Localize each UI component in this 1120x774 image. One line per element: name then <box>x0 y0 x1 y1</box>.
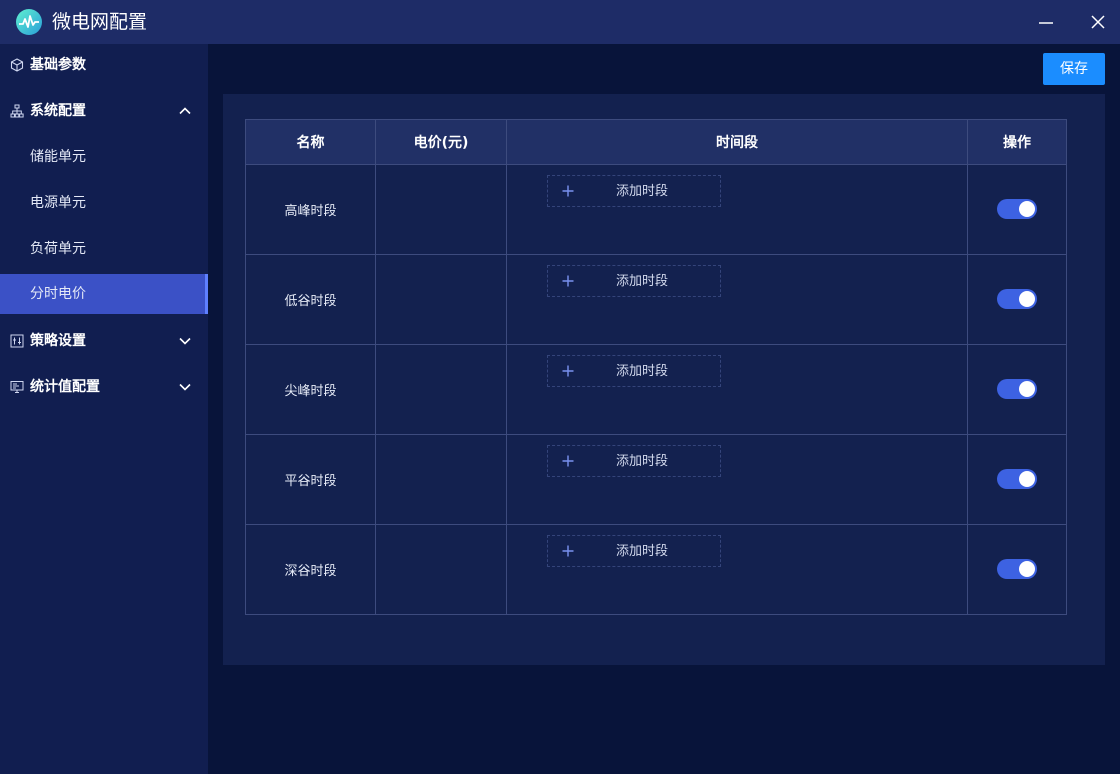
enable-toggle[interactable] <box>997 559 1037 579</box>
add-period-label: 添加时段 <box>616 184 669 199</box>
row-period-cell: 添加时段 <box>507 165 968 254</box>
sidebar: 基础参数 系统配置 储能单元 电源单元 负荷单元 分时电价 策略设置 统计值配置 <box>0 44 208 774</box>
enable-toggle[interactable] <box>997 199 1037 219</box>
toggle-knob <box>1019 291 1035 307</box>
toggle-knob <box>1019 201 1035 217</box>
close-button[interactable] <box>1084 8 1112 36</box>
sidebar-item-label: 分时电价 <box>30 286 86 302</box>
add-period-label: 添加时段 <box>616 364 669 379</box>
sidebar-item-power-unit[interactable]: 电源单元 <box>0 183 208 223</box>
row-price[interactable] <box>376 525 507 614</box>
title-bar: 微电网配置 <box>0 0 1120 44</box>
monitor-icon <box>10 381 24 393</box>
sidebar-item-basic-params[interactable]: 基础参数 <box>0 45 208 85</box>
column-header-price: 电价(元) <box>376 120 507 165</box>
table-row: 低谷时段 添加时段 <box>246 255 1066 345</box>
save-button[interactable]: 保存 <box>1043 53 1105 85</box>
row-period-cell: 添加时段 <box>507 345 968 434</box>
column-header-period: 时间段 <box>507 120 968 165</box>
sidebar-item-label: 电源单元 <box>30 195 86 211</box>
plus-icon <box>562 275 574 287</box>
minimize-button[interactable] <box>1032 8 1060 36</box>
row-name: 低谷时段 <box>246 255 376 344</box>
row-name: 高峰时段 <box>246 165 376 254</box>
row-name: 尖峰时段 <box>246 345 376 434</box>
cube-icon <box>10 58 24 72</box>
add-period-button[interactable]: 添加时段 <box>547 265 721 297</box>
add-period-button[interactable]: 添加时段 <box>547 175 721 207</box>
row-period-cell: 添加时段 <box>507 435 968 524</box>
column-header-operation: 操作 <box>968 120 1066 165</box>
add-period-button[interactable]: 添加时段 <box>547 355 721 387</box>
row-price[interactable] <box>376 345 507 434</box>
row-operation-cell <box>968 345 1066 434</box>
enable-toggle[interactable] <box>997 469 1037 489</box>
row-price[interactable] <box>376 165 507 254</box>
add-period-label: 添加时段 <box>616 544 669 559</box>
table-row: 尖峰时段 添加时段 <box>246 345 1066 435</box>
sidebar-item-label: 储能单元 <box>30 149 86 165</box>
close-icon <box>1091 15 1105 29</box>
sidebar-item-label: 系统配置 <box>30 103 86 119</box>
strategy-icon <box>10 334 24 348</box>
tou-pricing-table: 名称 电价(元) 时间段 操作 高峰时段 添加时段 低谷时段 添加时段 尖峰时段… <box>245 119 1067 615</box>
column-header-name: 名称 <box>246 120 376 165</box>
row-name: 平谷时段 <box>246 435 376 524</box>
chevron-up-icon <box>179 107 191 115</box>
chevron-down-icon <box>179 383 191 391</box>
enable-toggle[interactable] <box>997 379 1037 399</box>
sidebar-item-system-config[interactable]: 系统配置 <box>0 91 208 131</box>
row-price[interactable] <box>376 255 507 344</box>
sidebar-item-storage-unit[interactable]: 储能单元 <box>0 137 208 177</box>
table-row: 平谷时段 添加时段 <box>246 435 1066 525</box>
sitemap-icon <box>10 104 24 118</box>
toggle-knob <box>1019 381 1035 397</box>
row-period-cell: 添加时段 <box>507 525 968 614</box>
sidebar-item-statistics-config[interactable]: 统计值配置 <box>0 367 208 407</box>
sidebar-item-strategy[interactable]: 策略设置 <box>0 321 208 361</box>
sidebar-item-label: 基础参数 <box>30 57 86 73</box>
table-row: 高峰时段 添加时段 <box>246 165 1066 255</box>
plus-icon <box>562 545 574 557</box>
table-row: 深谷时段 添加时段 <box>246 525 1066 615</box>
plus-icon <box>562 455 574 467</box>
add-period-label: 添加时段 <box>616 274 669 289</box>
plus-icon <box>562 365 574 377</box>
row-operation-cell <box>968 525 1066 614</box>
add-period-label: 添加时段 <box>616 454 669 469</box>
toggle-knob <box>1019 561 1035 577</box>
sidebar-item-load-unit[interactable]: 负荷单元 <box>0 229 208 269</box>
plus-icon <box>562 185 574 197</box>
enable-toggle[interactable] <box>997 289 1037 309</box>
chevron-down-icon <box>179 337 191 345</box>
window-title: 微电网配置 <box>52 11 148 33</box>
minimize-icon <box>1039 22 1053 24</box>
sidebar-item-label: 统计值配置 <box>30 379 100 395</box>
row-operation-cell <box>968 165 1066 254</box>
sidebar-item-label: 负荷单元 <box>30 241 86 257</box>
row-name: 深谷时段 <box>246 525 376 614</box>
sidebar-item-tou-pricing[interactable]: 分时电价 <box>0 274 208 314</box>
row-operation-cell <box>968 435 1066 524</box>
toggle-knob <box>1019 471 1035 487</box>
add-period-button[interactable]: 添加时段 <box>547 535 721 567</box>
row-period-cell: 添加时段 <box>507 255 968 344</box>
row-operation-cell <box>968 255 1066 344</box>
sidebar-item-label: 策略设置 <box>30 333 86 349</box>
add-period-button[interactable]: 添加时段 <box>547 445 721 477</box>
app-logo-icon <box>16 9 42 35</box>
row-price[interactable] <box>376 435 507 524</box>
